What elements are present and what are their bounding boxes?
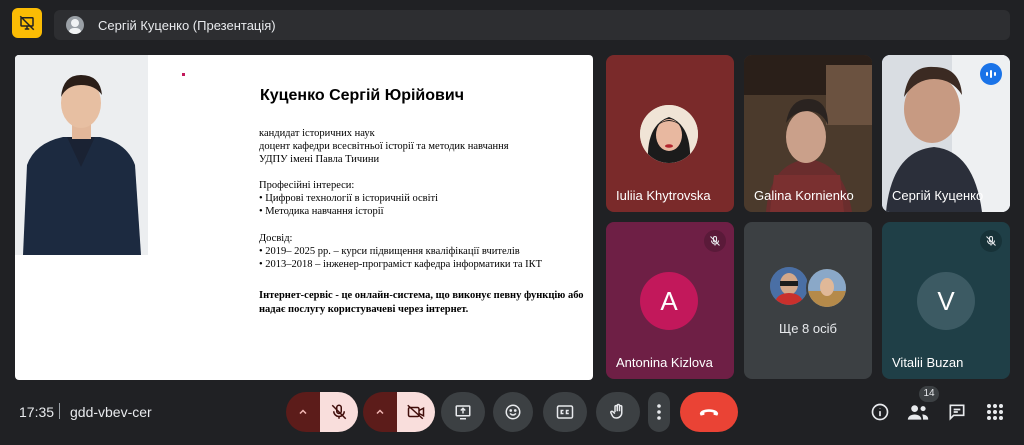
raise-hand-button[interactable] bbox=[596, 392, 640, 432]
participant-tile[interactable]: Iuliia Khytrovska bbox=[606, 55, 734, 212]
slide-line: УДПУ імені Павла Тичини bbox=[259, 154, 380, 165]
more-vert-icon bbox=[657, 404, 661, 420]
slide-body: кандидат історичних наук доцент кафедри … bbox=[259, 127, 584, 271]
interest-item: • Цифрові технології в історичній освіті bbox=[259, 193, 438, 204]
slide-line: доцент кафедри всесвітньої історії та ме… bbox=[259, 141, 509, 152]
chat-button[interactable] bbox=[945, 400, 969, 424]
more-participants-tile[interactable]: Ще 8 осіб bbox=[744, 222, 872, 379]
video-options-chevron-up-icon[interactable] bbox=[363, 392, 397, 432]
avatar bbox=[770, 267, 808, 305]
meeting-details-button[interactable] bbox=[868, 400, 892, 424]
participant-video-tile-active[interactable]: Сергій Куценко bbox=[882, 55, 1010, 212]
participant-video-tile[interactable]: Galina Kornienko bbox=[744, 55, 872, 212]
meeting-time: 17:35 bbox=[19, 404, 55, 420]
presenter-label: Сергій Куценко (Презентація) bbox=[98, 17, 276, 33]
camera-off-button[interactable] bbox=[397, 392, 435, 432]
presentation-off-icon[interactable] bbox=[12, 8, 42, 38]
participant-name: Iuliia Khytrovska bbox=[616, 188, 711, 203]
participant-tile[interactable]: A Antonina Kizlova bbox=[606, 222, 734, 379]
avatar bbox=[806, 267, 848, 309]
interests-heading: Професійні інтереси: bbox=[259, 180, 355, 191]
present-screen-button[interactable] bbox=[441, 392, 485, 432]
audio-options-chevron-up-icon[interactable] bbox=[286, 392, 320, 432]
mic-off-button[interactable] bbox=[320, 392, 358, 432]
experience-heading: Досвід: bbox=[259, 233, 293, 244]
mic-control-group[interactable] bbox=[286, 392, 358, 432]
avatar bbox=[640, 105, 698, 163]
interest-item: • Методика навчання історії bbox=[259, 206, 384, 217]
participant-name: Galina Kornienko bbox=[754, 188, 854, 203]
speaking-indicator-icon bbox=[980, 63, 1002, 85]
presenter-banner[interactable]: Сергій Куценко (Презентація) bbox=[54, 10, 1010, 40]
slide-line: кандидат історичних наук bbox=[259, 128, 375, 139]
participant-tile[interactable]: V Vitalii Buzan bbox=[882, 222, 1010, 379]
people-button[interactable] bbox=[906, 400, 930, 424]
avatar: V bbox=[917, 272, 975, 330]
reactions-button[interactable] bbox=[493, 392, 533, 432]
more-participants-label: Ще 8 осіб bbox=[779, 321, 837, 336]
info-icon bbox=[871, 403, 889, 421]
captions-button[interactable] bbox=[543, 392, 587, 432]
participant-name: Vitalii Buzan bbox=[892, 355, 964, 370]
speaker-portrait bbox=[15, 55, 148, 255]
apps-grid-icon bbox=[987, 404, 1003, 420]
avatar: A bbox=[640, 272, 698, 330]
avatar-letter: A bbox=[660, 285, 678, 316]
participant-name: Сергій Куценко bbox=[892, 188, 984, 203]
hand-icon bbox=[610, 403, 623, 419]
experience-item: • 2019– 2025 рр. – курси підвищення квал… bbox=[259, 246, 520, 257]
closed-captions-icon bbox=[556, 405, 574, 419]
divider bbox=[59, 403, 60, 419]
slide-marker bbox=[182, 73, 185, 76]
camera-control-group[interactable] bbox=[363, 392, 435, 432]
mic-off-icon bbox=[704, 230, 726, 252]
leave-call-button[interactable] bbox=[680, 392, 738, 432]
slide-title: Куценко Сергій Юрійович bbox=[260, 87, 464, 104]
people-icon bbox=[907, 405, 929, 420]
more-options-button[interactable] bbox=[648, 392, 670, 432]
meeting-code[interactable]: gdd-vbev-cer bbox=[70, 404, 152, 420]
emoji-icon bbox=[505, 404, 521, 420]
participant-count-badge: 14 bbox=[919, 386, 939, 402]
experience-item: • 2013–2018 – інженер-програміст кафедра… bbox=[259, 259, 543, 270]
mic-off-icon bbox=[980, 230, 1002, 252]
present-icon bbox=[455, 405, 471, 420]
participant-name: Antonina Kizlova bbox=[616, 355, 713, 370]
presentation-slide: Куценко Сергій Юрійович кандидат історич… bbox=[15, 55, 593, 380]
avatar-letter: V bbox=[937, 285, 955, 316]
presenter-avatar bbox=[66, 16, 84, 34]
chat-icon bbox=[949, 404, 965, 421]
activities-button[interactable] bbox=[983, 400, 1007, 424]
slide-definition: Інтернет-сервіс - це онлайн-система, що … bbox=[259, 290, 584, 315]
end-call-icon bbox=[699, 409, 719, 416]
